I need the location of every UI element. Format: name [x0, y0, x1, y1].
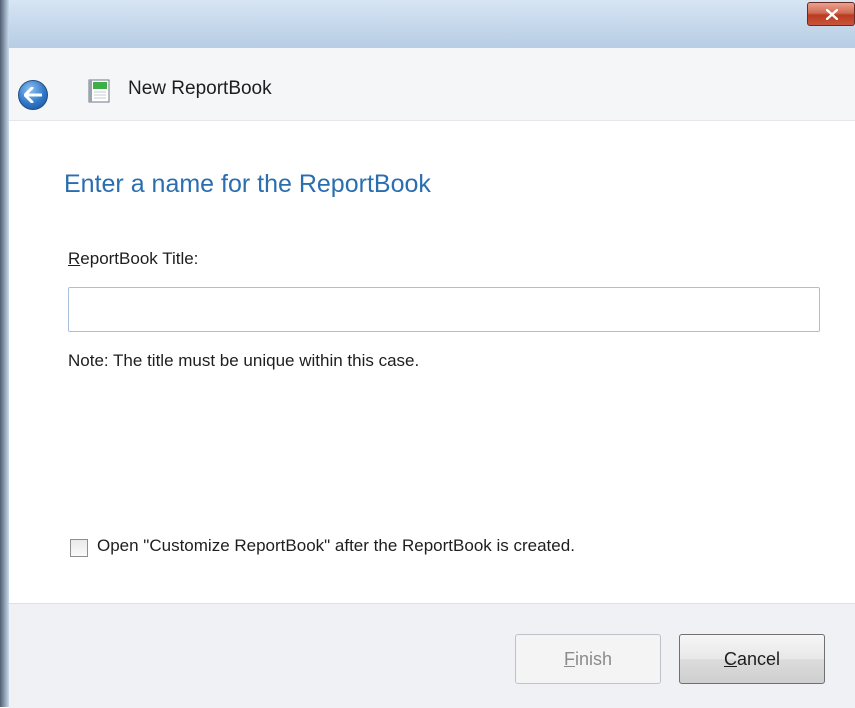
cancel-accesskey: C [723, 649, 737, 669]
finish-accesskey: F [563, 649, 575, 669]
wizard-title: New ReportBook [128, 78, 272, 99]
uniqueness-note: Note: The title must be unique within th… [68, 351, 420, 370]
reportbook-title-input[interactable] [68, 287, 820, 332]
title-label-accesskey: R [68, 249, 81, 268]
reportbook-icon [88, 79, 110, 103]
open-customize-checkbox[interactable] [70, 539, 88, 557]
finish-button[interactable]: Finish [515, 634, 661, 684]
finish-label: inish [574, 649, 613, 669]
reportbook-title-label: ReportBook Title: [68, 248, 198, 270]
close-button[interactable] [807, 2, 855, 26]
title-bar [9, 0, 855, 48]
title-label-text: eportBook Title: [80, 249, 199, 268]
open-customize-label[interactable]: Open "Customize ReportBook" after the Re… [97, 535, 575, 557]
back-button[interactable] [18, 80, 48, 110]
cancel-label: ancel [736, 649, 781, 669]
back-arrow-icon [24, 87, 42, 103]
page-heading: Enter a name for the ReportBook [64, 170, 431, 198]
wizard-window: New ReportBook Enter a name for the Repo… [0, 0, 855, 708]
window-left-edge [0, 0, 9, 707]
cancel-button[interactable]: Cancel [679, 634, 825, 684]
close-icon [826, 9, 838, 20]
